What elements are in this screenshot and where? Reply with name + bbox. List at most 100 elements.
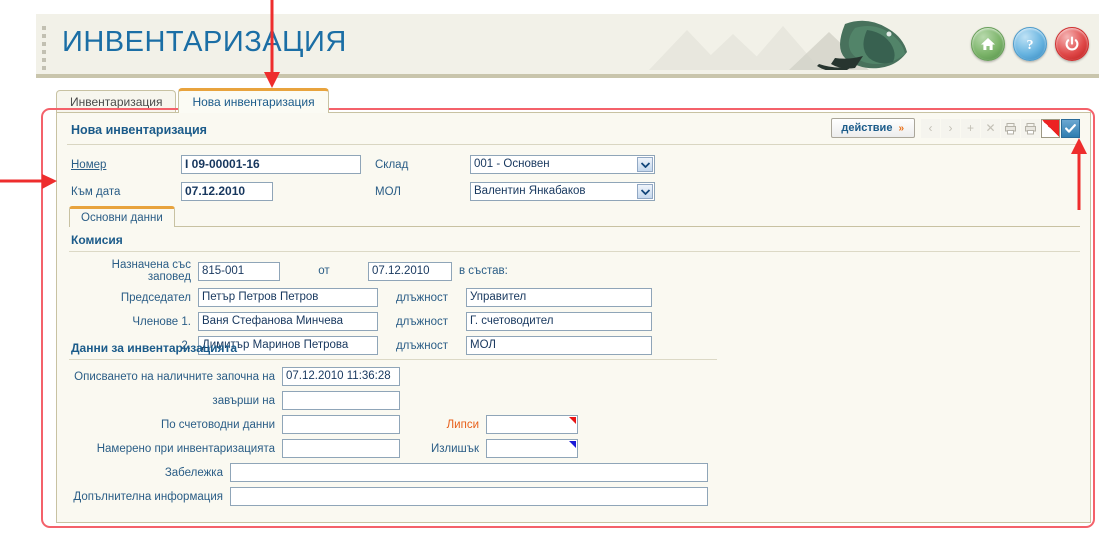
note-input[interactable] — [230, 463, 708, 482]
delete-record-icon[interactable]: ✕ — [981, 118, 1000, 138]
shortage-flag-icon — [569, 417, 576, 424]
record-header-fields: Номер I 09-00001-16 Склад 001 - Основен … — [71, 153, 655, 207]
tab-nova-inventarizaciya[interactable]: Нова инвентаризация — [178, 88, 329, 113]
tab-osnovni-danni[interactable]: Основни данни — [69, 206, 175, 227]
chairman-position-input[interactable]: Управител — [466, 288, 652, 307]
print-preview-icon[interactable] — [1021, 118, 1040, 138]
header-dot-decoration — [42, 26, 48, 74]
screenshot-root: ИНВЕНТАРИЗАЦИЯ ? Инвентаризация Нова инв… — [0, 0, 1101, 540]
number-row: Номер I 09-00001-16 Склад 001 - Основен — [71, 153, 655, 176]
chairman-label: Председател — [120, 291, 191, 304]
date-label: Към дата — [71, 185, 121, 198]
prev-record-icon[interactable]: ‹ — [921, 118, 940, 138]
note-row: Забележка — [71, 463, 708, 482]
shortage-label: Липси — [446, 418, 479, 431]
date-input[interactable]: 07.12.2010 — [181, 182, 273, 201]
surplus-flag-icon — [569, 441, 576, 448]
confirm-icon[interactable] — [1061, 118, 1080, 138]
cancel-icon[interactable] — [1041, 118, 1060, 138]
started-input[interactable]: 07.12.2010 11:36:28 — [282, 367, 400, 386]
order-label: Назначена със заповед — [111, 259, 191, 283]
mol-select[interactable]: Валентин Янкабаков — [470, 182, 655, 201]
power-icon — [1065, 36, 1079, 51]
surplus-label: Излишък — [431, 442, 479, 455]
commission-row: Председател Петър Петров Петров длъжност… — [71, 288, 652, 307]
help-button[interactable]: ? — [1013, 27, 1047, 61]
finished-input[interactable] — [282, 391, 400, 410]
check-glyph — [1065, 123, 1076, 133]
print-icon[interactable] — [1001, 118, 1020, 138]
tab-label: Инвентаризация — [70, 95, 163, 109]
surplus-input[interactable] — [486, 439, 578, 458]
header-button-group: ? — [971, 27, 1089, 61]
accounting-input[interactable] — [282, 415, 400, 434]
finished-label: завърши на — [212, 394, 275, 407]
warehouse-select-value: 001 - Основен — [474, 158, 550, 170]
page-title: ИНВЕНТАРИЗАЦИЯ — [62, 26, 347, 58]
home-icon — [981, 38, 995, 50]
form-toolbar: действие » ‹ › + ✕ — [831, 118, 1080, 138]
inner-tab-label: Основни данни — [81, 212, 163, 224]
add-record-icon[interactable]: + — [961, 118, 980, 138]
printer-glyph — [1025, 122, 1036, 134]
chevron-down-icon[interactable] — [637, 157, 653, 172]
order-input[interactable]: 815-001 — [198, 261, 280, 281]
next-record-icon[interactable]: › — [941, 118, 960, 138]
commission-row: Членове 1. Ваня Стефанова Минчева длъжно… — [71, 312, 652, 331]
svg-text:?: ? — [1027, 38, 1034, 53]
started-label: Описването на наличните започна на — [74, 370, 275, 383]
accounting-row: По счетоводни данни Липси — [71, 415, 708, 434]
from-label: от — [318, 265, 330, 277]
order-date-input[interactable]: 07.12.2010 — [368, 261, 452, 281]
position-label: длъжност — [395, 339, 449, 352]
chevron-down-icon[interactable] — [637, 184, 653, 199]
commission-divider — [69, 251, 1080, 252]
warehouse-select[interactable]: 001 - Основен — [470, 155, 655, 174]
form-panel: Нова инвентаризация действие » ‹ › + ✕ Н… — [56, 112, 1091, 523]
home-button[interactable] — [971, 27, 1005, 61]
extra-row: Допълнителна информация — [71, 487, 708, 506]
member2-position-input[interactable]: МОЛ — [466, 336, 652, 355]
member1-label: Членове 1. — [132, 315, 191, 328]
mol-select-value: Валентин Янкабаков — [474, 185, 586, 197]
inventory-divider — [69, 359, 717, 360]
member1-position-input[interactable]: Г. счетоводител — [466, 312, 652, 331]
found-label: Намерено при инвентаризацията — [96, 442, 275, 455]
composition-label: в състав: — [459, 265, 508, 277]
accounting-label: По счетоводни данни — [160, 418, 275, 431]
app-header: ИНВЕНТАРИЗАЦИЯ ? — [36, 14, 1099, 78]
main-tabstrip: Инвентаризация Нова инвентаризация — [36, 88, 1099, 113]
member1-name-input[interactable]: Ваня Стефанова Минчева — [198, 312, 378, 331]
commission-section-title: Комисия — [71, 233, 123, 247]
chairman-name-input[interactable]: Петър Петров Петров — [198, 288, 378, 307]
note-label: Забележка — [164, 466, 223, 479]
application-window: ИНВЕНТАРИЗАЦИЯ ? Инвентаризация Нова инв… — [36, 14, 1099, 536]
panel-divider — [67, 144, 1080, 145]
toolbar-icon-group: ‹ › + ✕ — [921, 118, 1080, 138]
tab-label: Нова инвентаризация — [192, 95, 315, 109]
position-label: длъжност — [395, 315, 449, 328]
commission-order-row: Назначена със заповед 815-001 от 07.12.2… — [71, 259, 652, 283]
found-input[interactable] — [282, 439, 400, 458]
warehouse-label: Склад — [375, 158, 409, 171]
date-row: Към дата 07.12.2010 МОЛ Валентин Янкабак… — [71, 180, 655, 203]
tab-inventarizaciya[interactable]: Инвентаризация — [56, 90, 177, 113]
inner-tabstrip: Основни данни — [69, 205, 1080, 227]
number-label[interactable]: Номер — [71, 159, 181, 171]
found-row: Намерено при инвентаризацията Излишък — [71, 439, 708, 458]
shortage-input[interactable] — [486, 415, 578, 434]
finished-row: завърши на — [71, 391, 708, 410]
question-icon: ? — [1027, 38, 1034, 53]
extra-input[interactable] — [230, 487, 708, 506]
action-button-label: действие — [841, 122, 893, 134]
position-label: длъжност — [395, 291, 449, 304]
header-watermark-image — [649, 20, 907, 70]
started-row: Описването на наличните започна на 07.12… — [71, 367, 708, 386]
extra-label: Допълнителна информация — [73, 490, 223, 503]
action-button[interactable]: действие » — [831, 118, 915, 138]
number-input[interactable]: I 09-00001-16 — [181, 155, 361, 174]
power-button[interactable] — [1055, 27, 1089, 61]
form-panel-title: Нова инвентаризация — [71, 123, 207, 137]
inventory-section-title: Данни за инвентаризацията — [71, 341, 238, 355]
printer-glyph — [1005, 122, 1016, 134]
